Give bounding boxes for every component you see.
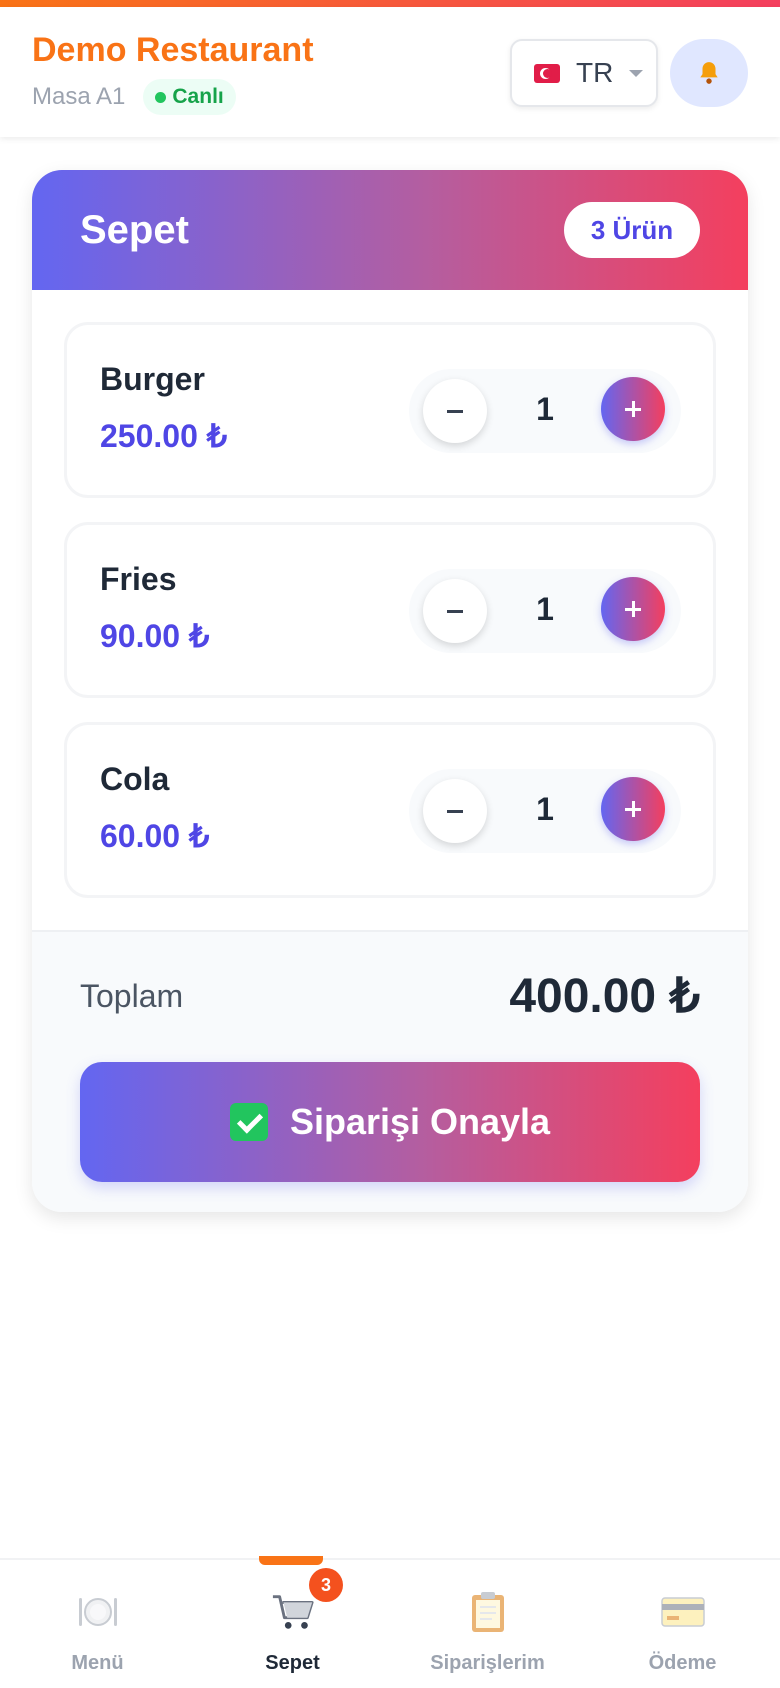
restaurant-name: Demo Restaurant xyxy=(32,31,314,69)
table-label: Masa A1 xyxy=(32,83,126,110)
item-name: Fries xyxy=(100,561,177,597)
bottom-navigation: Menü Sepet Siparişlerim Ödeme xyxy=(0,1558,780,1688)
nav-label: Menü xyxy=(71,1652,124,1674)
chevron-down-icon xyxy=(629,69,644,77)
nav-label: Ödeme xyxy=(648,1652,717,1674)
item-price: 90.00 ₺ xyxy=(100,618,210,654)
app-header: Demo Restaurant Masa A1 Canlı TR xyxy=(0,7,780,137)
check-mark-icon xyxy=(229,1103,268,1141)
live-status-badge: Canlı xyxy=(143,79,236,115)
bell-icon xyxy=(700,62,718,84)
item-count-badge: 3 Ürün xyxy=(564,202,700,258)
decrease-quantity-button[interactable] xyxy=(423,579,487,643)
minus-icon xyxy=(447,809,463,813)
nav-item-menu[interactable]: Menü xyxy=(0,1560,195,1688)
decrease-quantity-button[interactable] xyxy=(423,779,487,843)
clipboard-icon xyxy=(466,1590,510,1634)
cart-count-badge: 3 xyxy=(309,1568,343,1602)
language-select[interactable]: TR xyxy=(510,39,658,107)
item-name: Cola xyxy=(100,761,170,797)
confirm-order-label: Siparişi Onayla xyxy=(289,1101,551,1142)
credit-card-icon xyxy=(661,1590,705,1634)
cart-item: Fries 90.00 ₺ 1 xyxy=(64,522,716,698)
live-dot-icon xyxy=(155,91,167,103)
quantity-stepper: 1 xyxy=(409,769,681,853)
cart-header: Sepet 3 Ürün xyxy=(32,170,748,290)
language-code: TR xyxy=(576,57,614,88)
cart-title: Sepet xyxy=(80,208,189,252)
item-quantity: 1 xyxy=(536,791,554,827)
cart-item: Cola 60.00 ₺ 1 xyxy=(64,722,716,898)
nav-item-cart[interactable]: Sepet xyxy=(195,1560,390,1688)
decrease-quantity-button[interactable] xyxy=(423,379,487,443)
live-status-label: Canlı xyxy=(172,85,224,108)
active-tab-indicator xyxy=(259,1556,323,1565)
notifications-button[interactable] xyxy=(670,39,748,107)
nav-label: Siparişlerim xyxy=(430,1652,545,1674)
item-name: Burger xyxy=(100,361,205,397)
table-info: Masa A1 Canlı xyxy=(32,79,236,115)
nav-label: Sepet xyxy=(265,1652,320,1674)
item-price: 250.00 ₺ xyxy=(100,418,228,454)
total-value: 400.00 ₺ xyxy=(509,970,700,1023)
nav-item-orders[interactable]: Siparişlerim xyxy=(390,1560,585,1688)
increase-quantity-button[interactable] xyxy=(601,577,665,641)
cart-item: Burger 250.00 ₺ 1 xyxy=(64,322,716,498)
plate-cutlery-icon xyxy=(76,1590,120,1634)
top-accent-strip xyxy=(0,0,780,7)
increase-quantity-button[interactable] xyxy=(601,377,665,441)
plus-icon xyxy=(625,801,641,817)
increase-quantity-button[interactable] xyxy=(601,777,665,841)
confirm-order-button[interactable]: Siparişi Onayla xyxy=(80,1062,700,1182)
minus-icon xyxy=(447,609,463,613)
plus-icon xyxy=(625,401,641,417)
total-label: Toplam xyxy=(80,978,184,1014)
turkey-flag-icon xyxy=(534,63,560,83)
item-quantity: 1 xyxy=(536,591,554,627)
quantity-stepper: 1 xyxy=(409,369,681,453)
item-quantity: 1 xyxy=(536,391,554,427)
quantity-stepper: 1 xyxy=(409,569,681,653)
nav-item-payment[interactable]: Ödeme xyxy=(585,1560,780,1688)
item-price: 60.00 ₺ xyxy=(100,818,210,854)
plus-icon xyxy=(625,601,641,617)
cart-summary: Toplam 400.00 ₺ Siparişi Onayla xyxy=(32,930,748,1212)
shopping-cart-icon xyxy=(271,1590,315,1634)
cart-card: Sepet 3 Ürün Burger 250.00 ₺ 1 Fries 90.… xyxy=(32,170,748,1212)
minus-icon xyxy=(447,409,463,413)
